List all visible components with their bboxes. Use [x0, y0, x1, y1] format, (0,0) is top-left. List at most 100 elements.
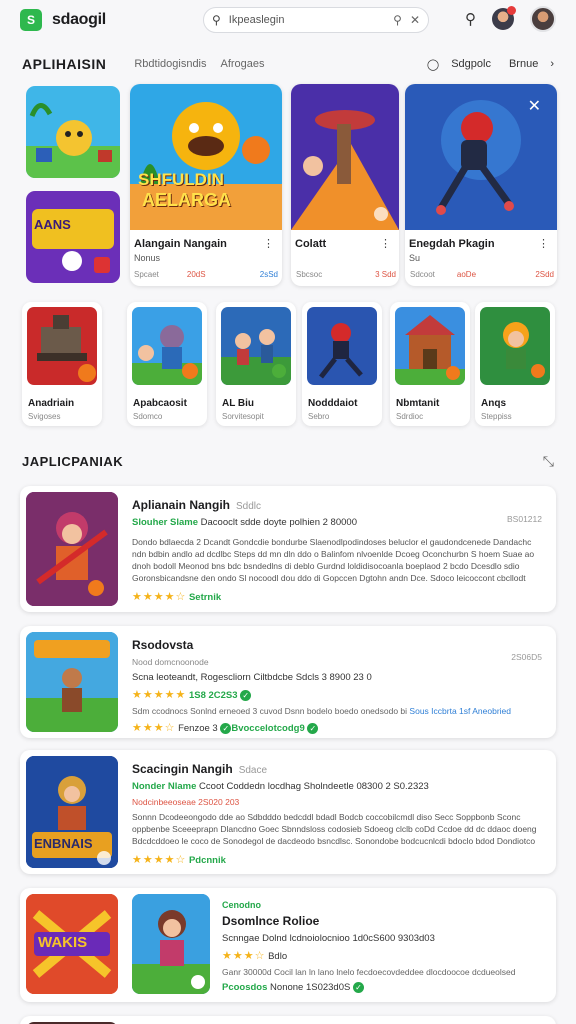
list-item-title: Dsomlnce Rolioe: [222, 914, 320, 928]
header-actions: ⚲: [465, 6, 556, 32]
featured-small-tile-2[interactable]: AANS: [26, 191, 120, 283]
quick-card-2[interactable]: Apabcaosit Sdomco: [127, 302, 207, 426]
meta-item: 20dS: [186, 270, 206, 279]
list-item-title: Rsodovsta: [132, 638, 194, 652]
meta-item: 2sSd: [259, 270, 278, 279]
list-item-link[interactable]: Sous Iccbrta 1sf Aneobried: [409, 706, 511, 716]
featured-card-name: Enegdah Pkagin: [409, 238, 495, 250]
list-item-title-muted: Sdace: [238, 765, 268, 776]
list-item-line: Sdm ccodnocs Sonlnd erneoed 3 cuvod Dsnn…: [132, 706, 408, 716]
tab-secondary[interactable]: Afrogaes: [221, 58, 265, 70]
featured-card-3-meta: Sdcoot aoDe 2Sdd: [410, 270, 554, 279]
list-item-4[interactable]: WAKIS Cenodno Dsomlnce Rolioe Scnngae Do…: [20, 888, 556, 1002]
quick-card-6[interactable]: Anqs Steppiss: [475, 302, 555, 426]
meta-item: Spcaet: [134, 270, 159, 279]
brand-name: sdaogil: [52, 11, 106, 28]
profile-avatar[interactable]: [530, 6, 556, 32]
featured-card-2[interactable]: Colatt ⋮: [291, 84, 399, 286]
quick-card-art: [132, 307, 202, 385]
list-item-3[interactable]: ENBNAIS Scacingin Nangih Sdace Nonder Nla…: [20, 750, 556, 874]
list-item-title: Aplianain Nangih: [132, 498, 231, 512]
list-item-meta: Dacooclt sdde doyte polhien 2 80000: [200, 517, 357, 528]
notification-avatar[interactable]: [492, 6, 516, 30]
search-submit-icon[interactable]: ⚲: [393, 13, 402, 27]
more-vert-icon[interactable]: ⋮: [263, 237, 274, 250]
list-item-line: Ganr 30000d Cocil lan ln lano lnelo fecd…: [222, 967, 516, 977]
featured-card-1[interactable]: SHFULDIN AELARGA Alangain Nangain Nonus …: [130, 84, 282, 286]
list-item-body: Cenodno Dsomlnce Rolioe Scnngae Dolnd lc…: [222, 900, 544, 993]
right-link-1[interactable]: Sdgpolc: [451, 58, 491, 70]
list-item-5-peek[interactable]: [20, 1016, 556, 1024]
search-icon[interactable]: ⚲: [465, 10, 476, 28]
featured-section-header: APLIHAISIN Rbdtidogisndis Afrogaes ◯ Sdg…: [22, 56, 554, 72]
list-item-art: ENBNAIS: [26, 756, 118, 868]
rating-stars-secondary: ★★★☆: [132, 722, 176, 734]
featured-card-1-meta: Spcaet 20dS 2sSd: [134, 270, 278, 279]
rating-stars: ★★★★☆: [132, 854, 187, 866]
list-item-meta: Scna leoteandt, Rogescliorn Ciltbdcbe Sd…: [132, 672, 372, 683]
hero-title-line-2: AELARGA: [142, 190, 231, 210]
list-item-1[interactable]: Aplianain Nangih Sddlc Slouher Slame Daco…: [20, 486, 556, 612]
quick-card-sub: Sorvitesopit: [222, 412, 264, 421]
rating-label: Bdlo: [268, 951, 288, 962]
quick-card-sub: Sdrdioc: [396, 412, 424, 421]
quick-card-art: [307, 307, 377, 385]
featured-card-art: SHFULDIN AELARGA: [130, 84, 282, 230]
right-link-2[interactable]: Brnue: [509, 58, 538, 70]
list-section-title: JAPLICPANIAK: [22, 454, 124, 469]
list-item-title: Scacingin Nangih: [132, 762, 233, 776]
featured-section-title: APLIHAISIN: [22, 56, 107, 72]
quick-card-name: Nbmtanit: [396, 398, 440, 409]
quick-card-sub: Sdomco: [133, 412, 163, 421]
quick-card-5[interactable]: Nbmtanit Sdrdioc: [390, 302, 470, 426]
list-item-title-muted: Sddlc: [236, 501, 262, 512]
list-item-description: Dondo bdlaecda 2 Dcandt Gondcdie bondurb…: [132, 537, 535, 583]
top-bar: S sdaogil ⚲ Ikpeaslegin ⚲ ✕ ⚲: [0, 0, 576, 40]
list-item-badge: Pcoosdos: [222, 982, 268, 994]
tile-art: [26, 86, 120, 178]
list-item-art-text: WAKIS: [38, 934, 88, 951]
chevron-right-icon[interactable]: ›: [550, 58, 554, 70]
more-vert-icon[interactable]: ⋮: [538, 237, 549, 250]
quick-card-name: Anqs: [481, 398, 506, 409]
list-item-art-text: ENBNAIS: [34, 836, 93, 851]
quick-card-1[interactable]: Anadriain Svigoses: [22, 302, 102, 426]
more-vert-icon[interactable]: ⋮: [380, 237, 391, 250]
list-item-kicker: Cenodno: [222, 900, 261, 910]
chat-icon[interactable]: ◯: [427, 58, 439, 71]
app-page: S sdaogil ⚲ Ikpeaslegin ⚲ ✕ ⚲ APLIHAISIN…: [0, 0, 576, 1024]
search-placeholder[interactable]: Ikpeaslegin: [229, 14, 385, 26]
app-logo[interactable]: S: [20, 9, 42, 31]
featured-small-tile-1[interactable]: [26, 86, 120, 178]
close-icon[interactable]: ✕: [410, 13, 420, 27]
quick-card-name: AL Biu: [222, 398, 255, 409]
featured-card-subtitle: Nonus: [134, 253, 161, 263]
search-field[interactable]: ⚲ Ikpeaslegin ⚲ ✕: [203, 7, 429, 33]
quick-card-3[interactable]: AL Biu Sorvitesopit: [216, 302, 296, 426]
close-icon[interactable]: ✕: [528, 96, 541, 116]
list-item-kicker: Nodcinbeeoseae 2S020 203: [132, 797, 240, 807]
list-section-header: JAPLICPANIAK ⤡: [22, 453, 554, 470]
featured-card-3[interactable]: ✕ Enegdah Pkagin Su ⋮: [405, 84, 557, 286]
featured-card-name: Colatt: [295, 238, 327, 250]
featured-card-art: ✕: [405, 84, 557, 230]
list-item-link[interactable]: Bvoccelotcodg9: [231, 723, 304, 734]
meta-item: Sdcoot: [410, 270, 435, 279]
collapse-icon[interactable]: ⤡: [543, 453, 554, 470]
featured-card-name: Alangain Nangain: [134, 238, 227, 250]
list-item-date: BS01212: [507, 514, 542, 524]
tile-art: [26, 191, 120, 283]
list-item-art: [26, 492, 118, 606]
list-item-kicker: Nood domcnoonode: [132, 657, 209, 667]
list-item-description: Sonnn Dcodeeongodo dde ao Sdbdddo bedcdd…: [132, 812, 537, 846]
search-icon: ⚲: [212, 13, 221, 27]
tab-primary[interactable]: Rbdtidogisndis: [134, 58, 206, 70]
quick-card-name: Nodddaiot: [308, 398, 358, 409]
rating-stars: ★★★★☆: [132, 591, 187, 603]
list-item-badge: Nonder Nlame: [132, 781, 197, 792]
quick-card-4[interactable]: Nodddaiot Sebro: [302, 302, 382, 426]
rating-stars: ★★★☆: [222, 950, 266, 962]
rating-label: Pdcnnik: [188, 855, 226, 866]
list-item-2[interactable]: Rsodovsta Nood domcnoonode Scna leoteand…: [20, 626, 556, 738]
meta-item: 2Sdd: [535, 270, 554, 279]
